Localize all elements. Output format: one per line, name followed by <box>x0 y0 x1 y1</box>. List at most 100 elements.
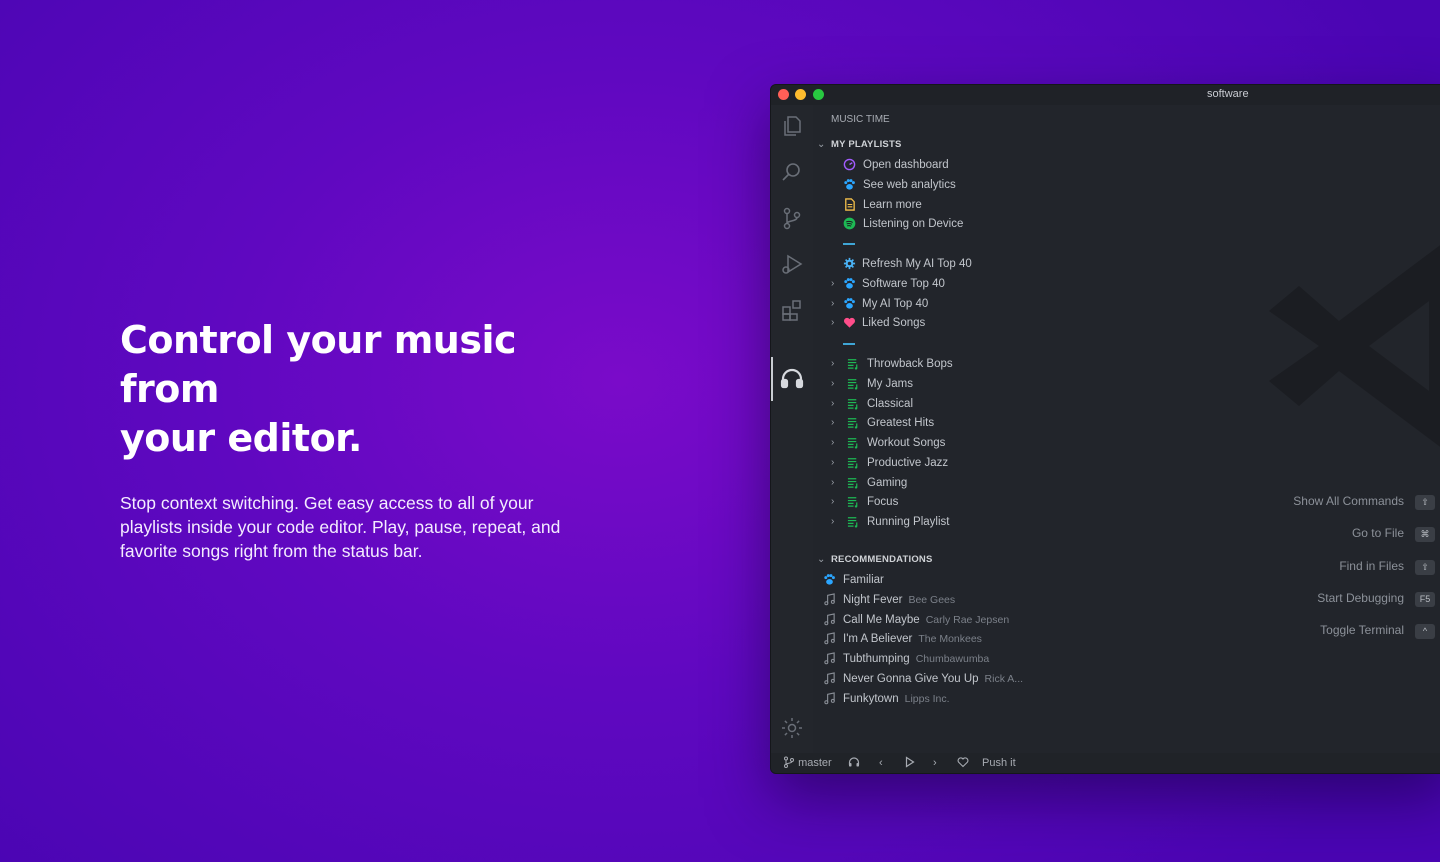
document-icon <box>845 198 855 211</box>
git-branch-icon <box>784 756 794 768</box>
source-control-icon[interactable] <box>779 205 805 231</box>
song-artist: Lipps Inc. <box>904 692 950 705</box>
chevron-right-icon: › <box>831 377 835 389</box>
song-label: Call Me Maybe Carly Rae Jepsen <box>843 611 1009 629</box>
command-label[interactable]: Start Debugging <box>1317 591 1404 605</box>
keybinding-badge: ^ <box>1415 624 1435 640</box>
action-label: Learn more <box>863 199 922 211</box>
playlist-icon <box>847 359 858 370</box>
song-title: Tubthumping <box>843 653 910 666</box>
dashboard-icon <box>843 158 856 171</box>
branch-name: master <box>798 757 832 769</box>
command-label[interactable]: Toggle Terminal <box>1320 623 1404 637</box>
song-artist: Bee Gees <box>908 594 956 606</box>
playlist-label: Software Top 40 <box>862 278 945 290</box>
music-note-icon <box>824 652 835 665</box>
command-label[interactable]: Find in Files <box>1339 559 1404 573</box>
playlist-label: Focus <box>867 496 899 509</box>
hero-title-line-1: Control your music from <box>120 318 517 411</box>
explorer-icon[interactable] <box>779 113 805 139</box>
playlist-icon <box>847 457 858 469</box>
activity-bar <box>771 105 813 755</box>
settings-gear-icon[interactable] <box>779 715 805 741</box>
paw-icon <box>824 574 835 585</box>
music-note-icon <box>824 612 835 625</box>
next-track-icon[interactable]: › <box>933 756 937 770</box>
playlist-label: Liked Songs <box>862 317 926 329</box>
chevron-right-icon: › <box>831 456 835 468</box>
heart-icon <box>844 317 855 328</box>
section-title: RECOMMENDATIONS <box>831 554 933 565</box>
paw-icon <box>844 298 855 309</box>
music-note-icon <box>824 593 835 606</box>
playlist-label: Throwback Bops <box>867 358 953 370</box>
song-title: I'm A Believer <box>843 633 913 646</box>
chevron-right-icon: › <box>831 278 835 289</box>
favorite-heart-icon[interactable] <box>957 756 969 770</box>
chevron-right-icon: › <box>831 496 835 508</box>
chevron-right-icon: › <box>831 437 835 448</box>
close-window-button[interactable] <box>778 89 789 100</box>
song-label: Funkytown Lipps Inc. <box>843 690 950 708</box>
section-title: MY PLAYLISTS <box>831 139 902 150</box>
previous-track-icon[interactable]: ‹ <box>879 756 883 770</box>
action-label: Open dashboard <box>863 159 949 171</box>
window-title: software <box>1207 88 1249 100</box>
playlist-label: Greatest Hits <box>867 417 935 430</box>
keybinding-badge: ⇧ <box>1415 559 1435 575</box>
branch-indicator[interactable]: master <box>783 756 832 770</box>
playlist-icon <box>847 378 858 390</box>
action-label: Listening on Device <box>863 218 964 230</box>
chevron-right-icon: › <box>831 417 835 429</box>
keybinding-badge: F5 <box>1415 591 1435 607</box>
playlist-label: Classical <box>867 397 914 410</box>
headphones-status-icon[interactable] <box>848 756 860 770</box>
play-icon[interactable] <box>905 756 915 770</box>
hero-title-line-2: your editor. <box>120 416 362 460</box>
run-debug-icon[interactable] <box>779 251 805 277</box>
keybinding-badge: ⌘ <box>1415 527 1435 543</box>
playlist-icon <box>847 477 858 489</box>
chevron-down-icon: ⌄ <box>817 554 826 565</box>
refresh-gear-icon <box>843 257 856 270</box>
music-note-icon <box>824 691 835 704</box>
song-label: I'm A Believer The Monkees <box>843 630 982 648</box>
playlist-label: Productive Jazz <box>867 456 949 469</box>
playlist-label: Workout Songs <box>867 437 946 449</box>
song-title: Never Gonna Give You Up <box>843 672 979 685</box>
search-icon[interactable] <box>779 159 805 185</box>
music-note-icon <box>824 672 835 685</box>
maximize-window-button[interactable] <box>813 89 824 100</box>
hero-description: Stop context switching. Get easy access … <box>120 493 561 561</box>
extensions-icon[interactable] <box>779 297 805 323</box>
chevron-right-icon: › <box>831 476 835 488</box>
view-title: MUSIC TIME <box>831 114 890 125</box>
song-label: Tubthumping Chumbawumba <box>843 650 989 668</box>
command-label[interactable]: Go to File <box>1352 526 1404 540</box>
paw-icon <box>844 179 855 190</box>
headphones-icon[interactable] <box>779 365 805 391</box>
song-label: Never Gonna Give You Up Rick A... <box>843 670 1023 688</box>
chevron-right-icon: › <box>831 298 835 309</box>
song-title: Night Fever <box>843 594 903 606</box>
playlist-icon <box>847 438 858 449</box>
spotify-icon <box>843 217 856 230</box>
vscode-logo-watermark <box>1269 245 1440 447</box>
music-note-icon <box>824 632 835 645</box>
song-artist: Chumbawumba <box>915 653 990 666</box>
title-bar: software <box>771 85 1440 105</box>
hero-section: Control your music from your editor. Sto… <box>120 316 600 563</box>
paw-icon <box>844 278 855 289</box>
status-bar: master ‹ › Push it <box>771 753 1440 773</box>
separator <box>843 343 855 345</box>
minimize-window-button[interactable] <box>795 89 806 100</box>
command-label[interactable]: Show All Commands <box>1293 494 1404 508</box>
playlist-icon <box>847 418 858 429</box>
chevron-right-icon: › <box>831 358 835 369</box>
category-label: Familiar <box>843 574 884 586</box>
playlist-icon <box>847 517 858 528</box>
current-track[interactable]: Push it <box>982 756 1016 770</box>
song-artist: The Monkees <box>918 633 982 646</box>
chevron-right-icon: › <box>831 317 835 328</box>
playlist-icon <box>847 398 858 410</box>
